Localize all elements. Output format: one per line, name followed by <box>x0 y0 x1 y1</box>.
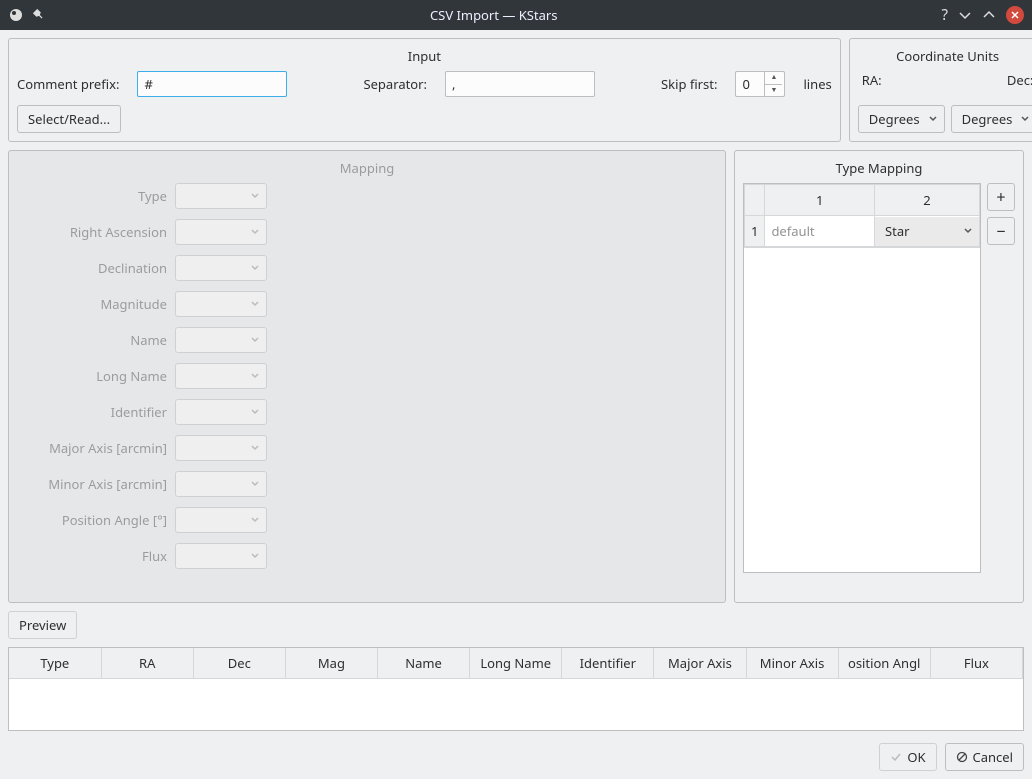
chevron-down-icon <box>250 299 260 309</box>
mapping-label: Long Name <box>17 367 167 385</box>
mapping-dropdown <box>175 543 267 569</box>
chevron-down-icon <box>250 479 260 489</box>
preview-button: Preview <box>8 611 77 639</box>
type-col-1[interactable]: 1 <box>765 185 875 216</box>
mapping-label: Type <box>17 187 167 205</box>
mapping-label: Position Angle [°] <box>17 511 167 529</box>
maximize-icon[interactable] <box>982 8 996 22</box>
comment-prefix-label: Comment prefix: <box>17 75 119 93</box>
chevron-down-icon <box>250 515 260 525</box>
ra-units-dropdown[interactable]: Degrees <box>858 105 945 133</box>
preview-column-header[interactable]: Flux <box>930 648 1022 679</box>
chevron-down-icon <box>1020 114 1030 124</box>
dec-units-dropdown[interactable]: Degrees <box>951 105 1032 133</box>
coord-title: Coordinate Units <box>858 45 1032 71</box>
help-icon[interactable]: ? <box>941 5 948 25</box>
type-star-dropdown[interactable]: Star <box>875 217 979 246</box>
type-mapping-group: Type Mapping 1 2 1 <box>734 150 1024 603</box>
preview-column-header[interactable]: Minor Axis <box>746 648 838 679</box>
mapping-group: Mapping Type Right Ascension Declination Ma… <box>8 150 726 603</box>
mapping-label: Name <box>17 331 167 349</box>
app-icon <box>8 7 24 23</box>
close-icon[interactable] <box>1006 6 1024 24</box>
chevron-down-icon <box>250 335 260 345</box>
cancel-icon <box>956 751 968 763</box>
mapping-label: Major Axis [arcmin] <box>17 439 167 457</box>
type-mapping-table: 1 2 1 Star <box>743 183 981 573</box>
chevron-down-icon <box>928 114 938 124</box>
mapping-dropdown <box>175 507 267 533</box>
preview-column-header[interactable]: RA <box>101 648 193 679</box>
mapping-dropdown <box>175 399 267 425</box>
mapping-label: Magnitude <box>17 295 167 313</box>
chevron-down-icon <box>250 551 260 561</box>
chevron-down-icon <box>250 407 260 417</box>
mapping-dropdown <box>175 435 267 461</box>
mapping-dropdown <box>175 219 267 245</box>
window-title: CSV Import — KStars <box>46 6 941 24</box>
mapping-title: Mapping <box>17 157 717 183</box>
skip-first-spinner[interactable]: ▲ ▼ <box>735 71 785 97</box>
cancel-button[interactable]: Cancel <box>945 743 1024 771</box>
chevron-down-icon <box>250 227 260 237</box>
mapping-label: Identifier <box>17 403 167 421</box>
mapping-dropdown <box>175 363 267 389</box>
preview-table: TypeRADecMagNameLong NameIdentifierMajor… <box>8 647 1024 731</box>
type-col-2[interactable]: 2 <box>875 185 980 216</box>
spin-down-icon[interactable]: ▼ <box>765 85 782 97</box>
mapping-label: Flux <box>17 547 167 565</box>
type-default-input[interactable] <box>765 217 874 245</box>
preview-column-header[interactable]: Major Axis <box>654 648 746 679</box>
preview-column-header[interactable]: Dec <box>193 648 285 679</box>
separator-input[interactable] <box>445 71 595 97</box>
chevron-down-icon <box>963 226 973 236</box>
spin-up-icon[interactable]: ▲ <box>765 72 782 85</box>
preview-column-header[interactable]: osition Angl <box>838 648 930 679</box>
remove-type-button[interactable]: − <box>987 217 1015 245</box>
chevron-down-icon <box>250 191 260 201</box>
mapping-dropdown <box>175 255 267 281</box>
chevron-down-icon <box>250 443 260 453</box>
separator-label: Separator: <box>363 75 427 93</box>
type-row-1[interactable]: 1 <box>745 216 765 247</box>
dec-label: Dec: <box>1007 71 1032 89</box>
mapping-dropdown <box>175 327 267 353</box>
preview-column-header[interactable]: Type <box>9 648 101 679</box>
mapping-label: Declination <box>17 259 167 277</box>
lines-label: lines <box>803 75 831 93</box>
check-icon <box>890 751 902 763</box>
minimize-icon[interactable] <box>958 8 972 22</box>
select-read-button[interactable]: Select/Read... <box>17 105 121 133</box>
preview-column-header[interactable]: Name <box>378 648 470 679</box>
mapping-dropdown <box>175 183 267 209</box>
pin-icon[interactable] <box>32 8 46 22</box>
skip-first-value[interactable] <box>736 72 764 96</box>
chevron-down-icon <box>250 263 260 273</box>
ok-button: OK <box>879 743 936 771</box>
skip-first-label: Skip first: <box>661 75 717 93</box>
comment-prefix-input[interactable] <box>137 71 287 97</box>
mapping-label: Right Ascension <box>17 223 167 241</box>
mapping-label: Minor Axis [arcmin] <box>17 475 167 493</box>
preview-column-header[interactable]: Mag <box>285 648 377 679</box>
mapping-dropdown <box>175 291 267 317</box>
chevron-down-icon <box>250 371 260 381</box>
type-mapping-title: Type Mapping <box>743 157 1015 183</box>
ra-label: RA: <box>862 71 882 89</box>
input-title: Input <box>17 45 832 71</box>
preview-column-header[interactable]: Identifier <box>562 648 654 679</box>
coordinate-units-group: Coordinate Units RA: Dec: Degrees Degree… <box>849 38 1032 142</box>
preview-column-header[interactable]: Long Name <box>470 648 562 679</box>
mapping-dropdown <box>175 471 267 497</box>
titlebar: CSV Import — KStars ? <box>0 0 1032 30</box>
add-type-button[interactable]: + <box>987 183 1015 211</box>
input-group: Input Comment prefix: Separator: Skip fi… <box>8 38 841 142</box>
